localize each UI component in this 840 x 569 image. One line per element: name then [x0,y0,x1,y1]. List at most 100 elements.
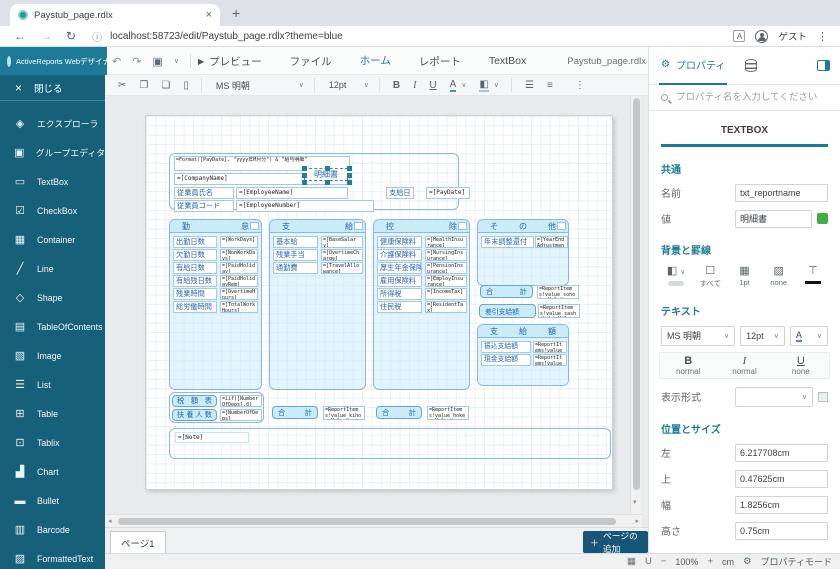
underline-icon[interactable]: U [429,80,436,91]
back-fill-button[interactable]: ◧ ∨ [659,265,693,289]
sidebar-item-formattedtext[interactable]: ▨FormattedText [0,544,105,569]
panel-italic-button[interactable]: Inormal [716,353,772,378]
preview-button[interactable]: ▶ プレビュー [196,47,264,76]
sidebar-item-table[interactable]: ⊞Table [0,399,105,428]
border-all-button[interactable]: ☐すべて [693,265,727,289]
panel-underline-button[interactable]: Unone [773,353,829,378]
selection-handle[interactable] [325,166,330,171]
field-value-textbox[interactable]: =[NonWorkDays] [220,249,258,261]
close-button[interactable]: × 閉じる [0,75,105,101]
field-value-textbox[interactable]: =[OvertimeCharge] [321,249,363,261]
value-input[interactable] [735,210,812,228]
field-value-textbox[interactable]: =[YearEndAdjustment] [535,236,568,248]
sidebar-item-line[interactable]: ╱Line [0,254,105,283]
browser-tab[interactable]: Paystub_page.rdlx × [10,4,220,26]
payment-value-textbox[interactable]: =ReportItems!value_genkin.Value [533,354,567,366]
new-tab-button[interactable]: + [232,5,240,21]
payment-box[interactable]: 支給額振込支給額=ReportItems!value_furikomi.Valu… [477,324,569,386]
fill-color-dropdown-icon[interactable]: ∨ [494,81,499,89]
font-size-select[interactable]: 12pt∨ [329,80,369,90]
field-value-textbox[interactable]: =[PensionInsurance] [425,262,467,274]
top-input[interactable] [735,470,828,488]
note-box[interactable]: =[Note] [169,428,611,459]
copy-icon[interactable]: ❐ [139,80,148,91]
property-search-input[interactable] [676,92,826,103]
horizontal-scroll-thumb[interactable] [118,518,616,525]
back-icon[interactable]: ← [14,29,26,43]
zoom-level[interactable]: 100% [675,557,698,567]
tab-properties[interactable]: ⚙ プロパティ [659,47,727,85]
sidebar-item-shape[interactable]: ◇Shape [0,283,105,312]
report-page[interactable]: =Format([PayDate], "yyyy年M月分") & "給与明細"=… [145,115,613,490]
note-textbox[interactable]: =[Note] [175,432,249,443]
payment-value-textbox[interactable]: =ReportItems!value_furikomi.Value [533,341,567,353]
selection-handle[interactable] [302,166,307,171]
font-color-dropdown-icon[interactable]: ∨ [461,81,466,89]
field-value-textbox[interactable]: =[TravelAllowance] [321,262,363,274]
scroll-right-icon[interactable]: ▸ [635,517,639,525]
redo-icon[interactable]: ↷ [132,55,141,68]
selection-handle[interactable] [347,166,352,171]
vertical-scrollbar[interactable]: ▾ [630,96,641,514]
field-value-textbox[interactable]: =[OvertimeHours] [220,288,258,300]
scroll-left-icon[interactable]: ◂ [108,517,112,525]
fill-color-icon[interactable]: ◧ [479,79,488,92]
forward-icon[interactable]: → [40,29,52,43]
snap-magnet-icon[interactable]: U [645,556,652,567]
menu-report[interactable]: レポート [417,47,463,76]
name-input[interactable] [735,184,828,202]
font-select[interactable]: MS 明朝∨ [216,79,304,92]
field-value-textbox[interactable]: =[TotalWorkHours] [220,301,258,313]
translate-icon[interactable]: A [733,30,745,42]
field-value-textbox[interactable]: =[PaidHoliday] [220,262,258,274]
report-header-box[interactable]: =Format([PayDate], "yyyy年M月分") & "給与明細"=… [169,153,459,210]
sidebar-item-tableofcontents[interactable]: ▤TableOfContents [0,312,105,341]
column-box-3[interactable]: 控除健康保険料=[HealthInsurance]介護保険料=[NursingI… [373,219,470,390]
expression-button[interactable] [817,213,828,224]
panel-bold-button[interactable]: Bnormal [660,353,716,378]
scroll-down-icon[interactable]: ▾ [633,498,637,506]
cut-icon[interactable]: ✂ [118,80,126,91]
settings-gear-icon[interactable]: ⚙ [743,556,752,567]
panel-font-color-select[interactable]: A∨ [790,326,828,346]
tab-close-icon[interactable]: × [206,9,212,21]
paydate-textbox[interactable]: =[PayDate] [426,187,470,199]
tax-box[interactable]: 税額表=iif([NumberOfDeps],0)扶養人数=[NumberOfD… [169,392,264,423]
column-box-2[interactable]: 支給基本給=[BaseSalary]残業手当=[OvertimeCharge]通… [269,219,366,390]
selection-handle[interactable] [302,180,307,185]
toolbar-more-icon[interactable]: ⋮ [575,80,585,91]
total-value-textbox[interactable]: =ReportItems!value_sonota.Value [537,285,579,299]
selected-textbox[interactable]: 明細書 [304,168,348,181]
zoom-out-button[interactable]: − [661,556,667,567]
menu-home[interactable]: ホーム [358,46,393,77]
border-width-button[interactable]: ▦1pt [727,265,761,289]
bold-icon[interactable]: B [393,80,400,91]
format-more-button[interactable] [818,392,828,402]
field-value-textbox[interactable]: =[PaidHolidayRem] [220,275,258,287]
selection-handle[interactable] [347,173,352,178]
url-text[interactable]: localhost:58723/edit/Paystub_page.rdlx?t… [110,31,343,42]
profile-avatar[interactable] [755,30,768,43]
menu-file[interactable]: ファイル [288,47,334,76]
selection-handle[interactable] [302,173,307,178]
menu-textbox[interactable]: TextBox [487,48,528,74]
column-box-4[interactable]: その他年末調整還付=[YearEndAdjustment] [477,219,569,286]
italic-icon[interactable]: I [413,80,416,91]
zoom-in-button[interactable]: + [707,556,713,567]
employee-value-textbox[interactable]: =[EmployeeNumber] [236,200,374,212]
sidebar-item-container[interactable]: ▦Container [0,225,105,254]
format-select[interactable]: ∨ [735,387,813,407]
paste-icon[interactable]: ❏ [161,80,170,91]
field-value-textbox[interactable]: =[WorkDays] [220,236,258,248]
net-pay-value-textbox[interactable]: =ReportItems!value_sashihiki.Value [538,304,580,318]
panel-collapse-icon[interactable] [817,60,830,71]
employee-value-textbox[interactable]: =[EmployeeName] [236,187,348,199]
sidebar-item-list[interactable]: ☰List [0,370,105,399]
reload-icon[interactable]: ↻ [66,29,76,43]
sidebar-item-barcode[interactable]: ▥Barcode [0,515,105,544]
column-box-1[interactable]: 勤怠出勤日数=[WorkDays]欠勤日数=[NonWorkDays]有給日数=… [169,219,262,390]
sidebar-item-image[interactable]: ▧Image [0,341,105,370]
sidebar-item-bullet[interactable]: ▬Bullet [0,486,105,515]
align-left-icon[interactable]: ☰ [525,80,534,91]
field-value-textbox[interactable]: =[BaseSalary] [321,236,363,248]
